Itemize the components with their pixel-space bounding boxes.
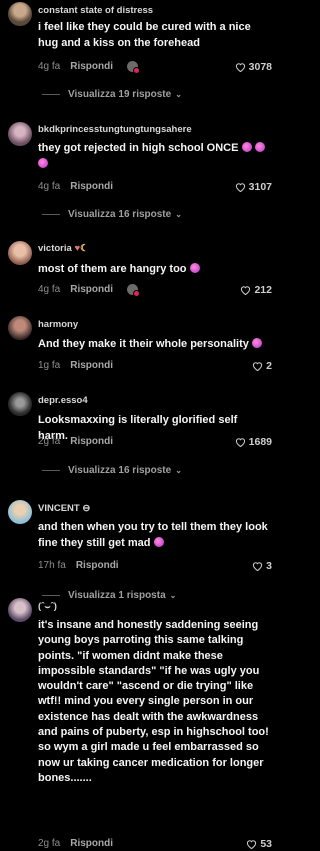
like-count: 3078 [248, 61, 272, 73]
reply-button[interactable]: Rispondi [70, 360, 113, 371]
comment-time: 17h fa [38, 560, 66, 571]
comment-username[interactable]: VINCENT ⊖ [38, 503, 90, 514]
view-replies-label: Visualizza 1 risposta [68, 590, 166, 601]
like-button[interactable]: 3 [252, 560, 272, 572]
comment-username[interactable]: depr.esso4 [38, 395, 88, 406]
avatar[interactable] [8, 241, 32, 265]
comment-time: 4g fa [38, 284, 61, 296]
heart-outline-icon [235, 183, 245, 192]
reply-button[interactable]: Rispondi [70, 838, 113, 849]
comment-text: most of them are hangry too [38, 262, 270, 278]
like-button[interactable]: 1689 [235, 436, 272, 448]
avatar[interactable] [8, 316, 32, 340]
comment-time: 2g fa [38, 838, 61, 849]
comment-time: 4g fa [38, 61, 61, 73]
reply-button[interactable]: Rispondi [70, 181, 113, 192]
view-replies-label: Visualizza 16 risposte [68, 465, 172, 476]
emoji-icon [241, 142, 252, 152]
heart-outline-icon [241, 286, 251, 295]
moon-icon: ☾ [80, 243, 89, 254]
like-button[interactable]: 2 [252, 360, 272, 372]
chevron-down-icon: ⌄ [175, 210, 182, 219]
view-replies-button[interactable]: Visualizza 16 risposte ⌄ [42, 465, 182, 476]
view-replies-button[interactable]: Visualizza 1 risposta ⌄ [42, 590, 176, 601]
reply-button[interactable]: Rispondi [70, 61, 113, 72]
emoji-icon [254, 142, 265, 152]
avatar[interactable] [8, 122, 32, 146]
heart-outline-icon [253, 362, 263, 371]
heart-outline-icon [253, 562, 263, 571]
comment-meta: 4g fa Rispondi [38, 181, 113, 192]
comment-meta: 17h fa Rispondi [38, 560, 119, 571]
heart-outline-icon [235, 438, 245, 447]
like-button[interactable]: 3078 [235, 61, 272, 73]
divider [42, 470, 60, 471]
chevron-down-icon: ⌄ [169, 591, 177, 600]
chevron-down-icon: ⌄ [175, 90, 182, 99]
emoji-icon [153, 536, 164, 547]
emoji-icon [38, 157, 48, 168]
reply-button[interactable]: Rispondi [76, 560, 119, 571]
comment-text: it's insane and honestly saddening seein… [38, 619, 269, 784]
comment-time: 2g fa [38, 436, 61, 447]
comment-text-content: and then when you try to tell them they … [38, 521, 268, 549]
comment-text: they got rejected in high school ONCE [38, 141, 274, 172]
comment-text-content: most of them are hangry too [38, 263, 187, 275]
heart-outline-icon [247, 840, 257, 849]
comment-meta: 1g fa Rispondi [38, 360, 113, 371]
like-count: 53 [260, 838, 272, 850]
like-button[interactable]: 3107 [235, 181, 272, 193]
like-count: 3 [266, 560, 272, 572]
comment-meta: 2g fa Rispondi [38, 838, 113, 849]
view-replies-label: Visualizza 19 risposte [68, 89, 172, 100]
like-count: 2 [266, 360, 272, 372]
comment-text: i feel like they could be cured with a n… [38, 21, 251, 49]
like-count: 3107 [248, 181, 272, 193]
comment-username[interactable]: victoria ♥☾ [38, 243, 89, 254]
chevron-down-icon: ⌄ [175, 466, 182, 475]
emoji-icon [189, 263, 200, 273]
comment-time: 1g fa [38, 360, 61, 371]
like-button[interactable]: 212 [240, 284, 272, 296]
comment-meta: 4g fa Rispondi [38, 284, 141, 297]
emoji-icon [251, 338, 262, 348]
divider [42, 94, 60, 95]
avatar[interactable] [8, 500, 32, 524]
divider [42, 214, 60, 215]
like-count: 212 [254, 284, 272, 296]
comment-username[interactable]: (ˆ⌣ˆ) [38, 601, 57, 612]
comment-username-text: victoria [38, 243, 72, 254]
reply-button[interactable]: Rispondi [70, 436, 113, 447]
heart-outline-icon [235, 63, 245, 72]
divider [42, 595, 60, 596]
creator-liked-avatar [127, 61, 141, 74]
comment-username[interactable]: harmony [38, 319, 78, 330]
comment-meta: 2g fa Rispondi [38, 436, 113, 447]
view-replies-button[interactable]: Visualizza 16 risposte ⌄ [42, 209, 182, 220]
comment-text: and then when you try to tell them they … [38, 520, 270, 551]
avatar[interactable] [8, 598, 32, 622]
view-replies-label: Visualizza 16 risposte [68, 209, 172, 220]
comment-text-content: they got rejected in high school ONCE [38, 142, 239, 154]
avatar[interactable] [8, 2, 32, 26]
avatar[interactable] [8, 392, 32, 416]
like-count: 1689 [248, 436, 272, 448]
comment-time: 4g fa [38, 181, 61, 192]
comment-username[interactable]: bkdkprincesstungtungtungsahere [38, 124, 192, 135]
comment-username[interactable]: constant state of distress [38, 5, 153, 16]
like-button[interactable]: 53 [246, 838, 272, 850]
comment-text: And they make it their whole personality [38, 337, 270, 353]
comment-meta: 4g fa Rispondi [38, 61, 141, 74]
comment-text-content: And they make it their whole personality [38, 338, 249, 350]
reply-button[interactable]: Rispondi [70, 284, 113, 295]
creator-liked-avatar [127, 284, 141, 297]
view-replies-button[interactable]: Visualizza 19 risposte ⌄ [42, 89, 182, 100]
